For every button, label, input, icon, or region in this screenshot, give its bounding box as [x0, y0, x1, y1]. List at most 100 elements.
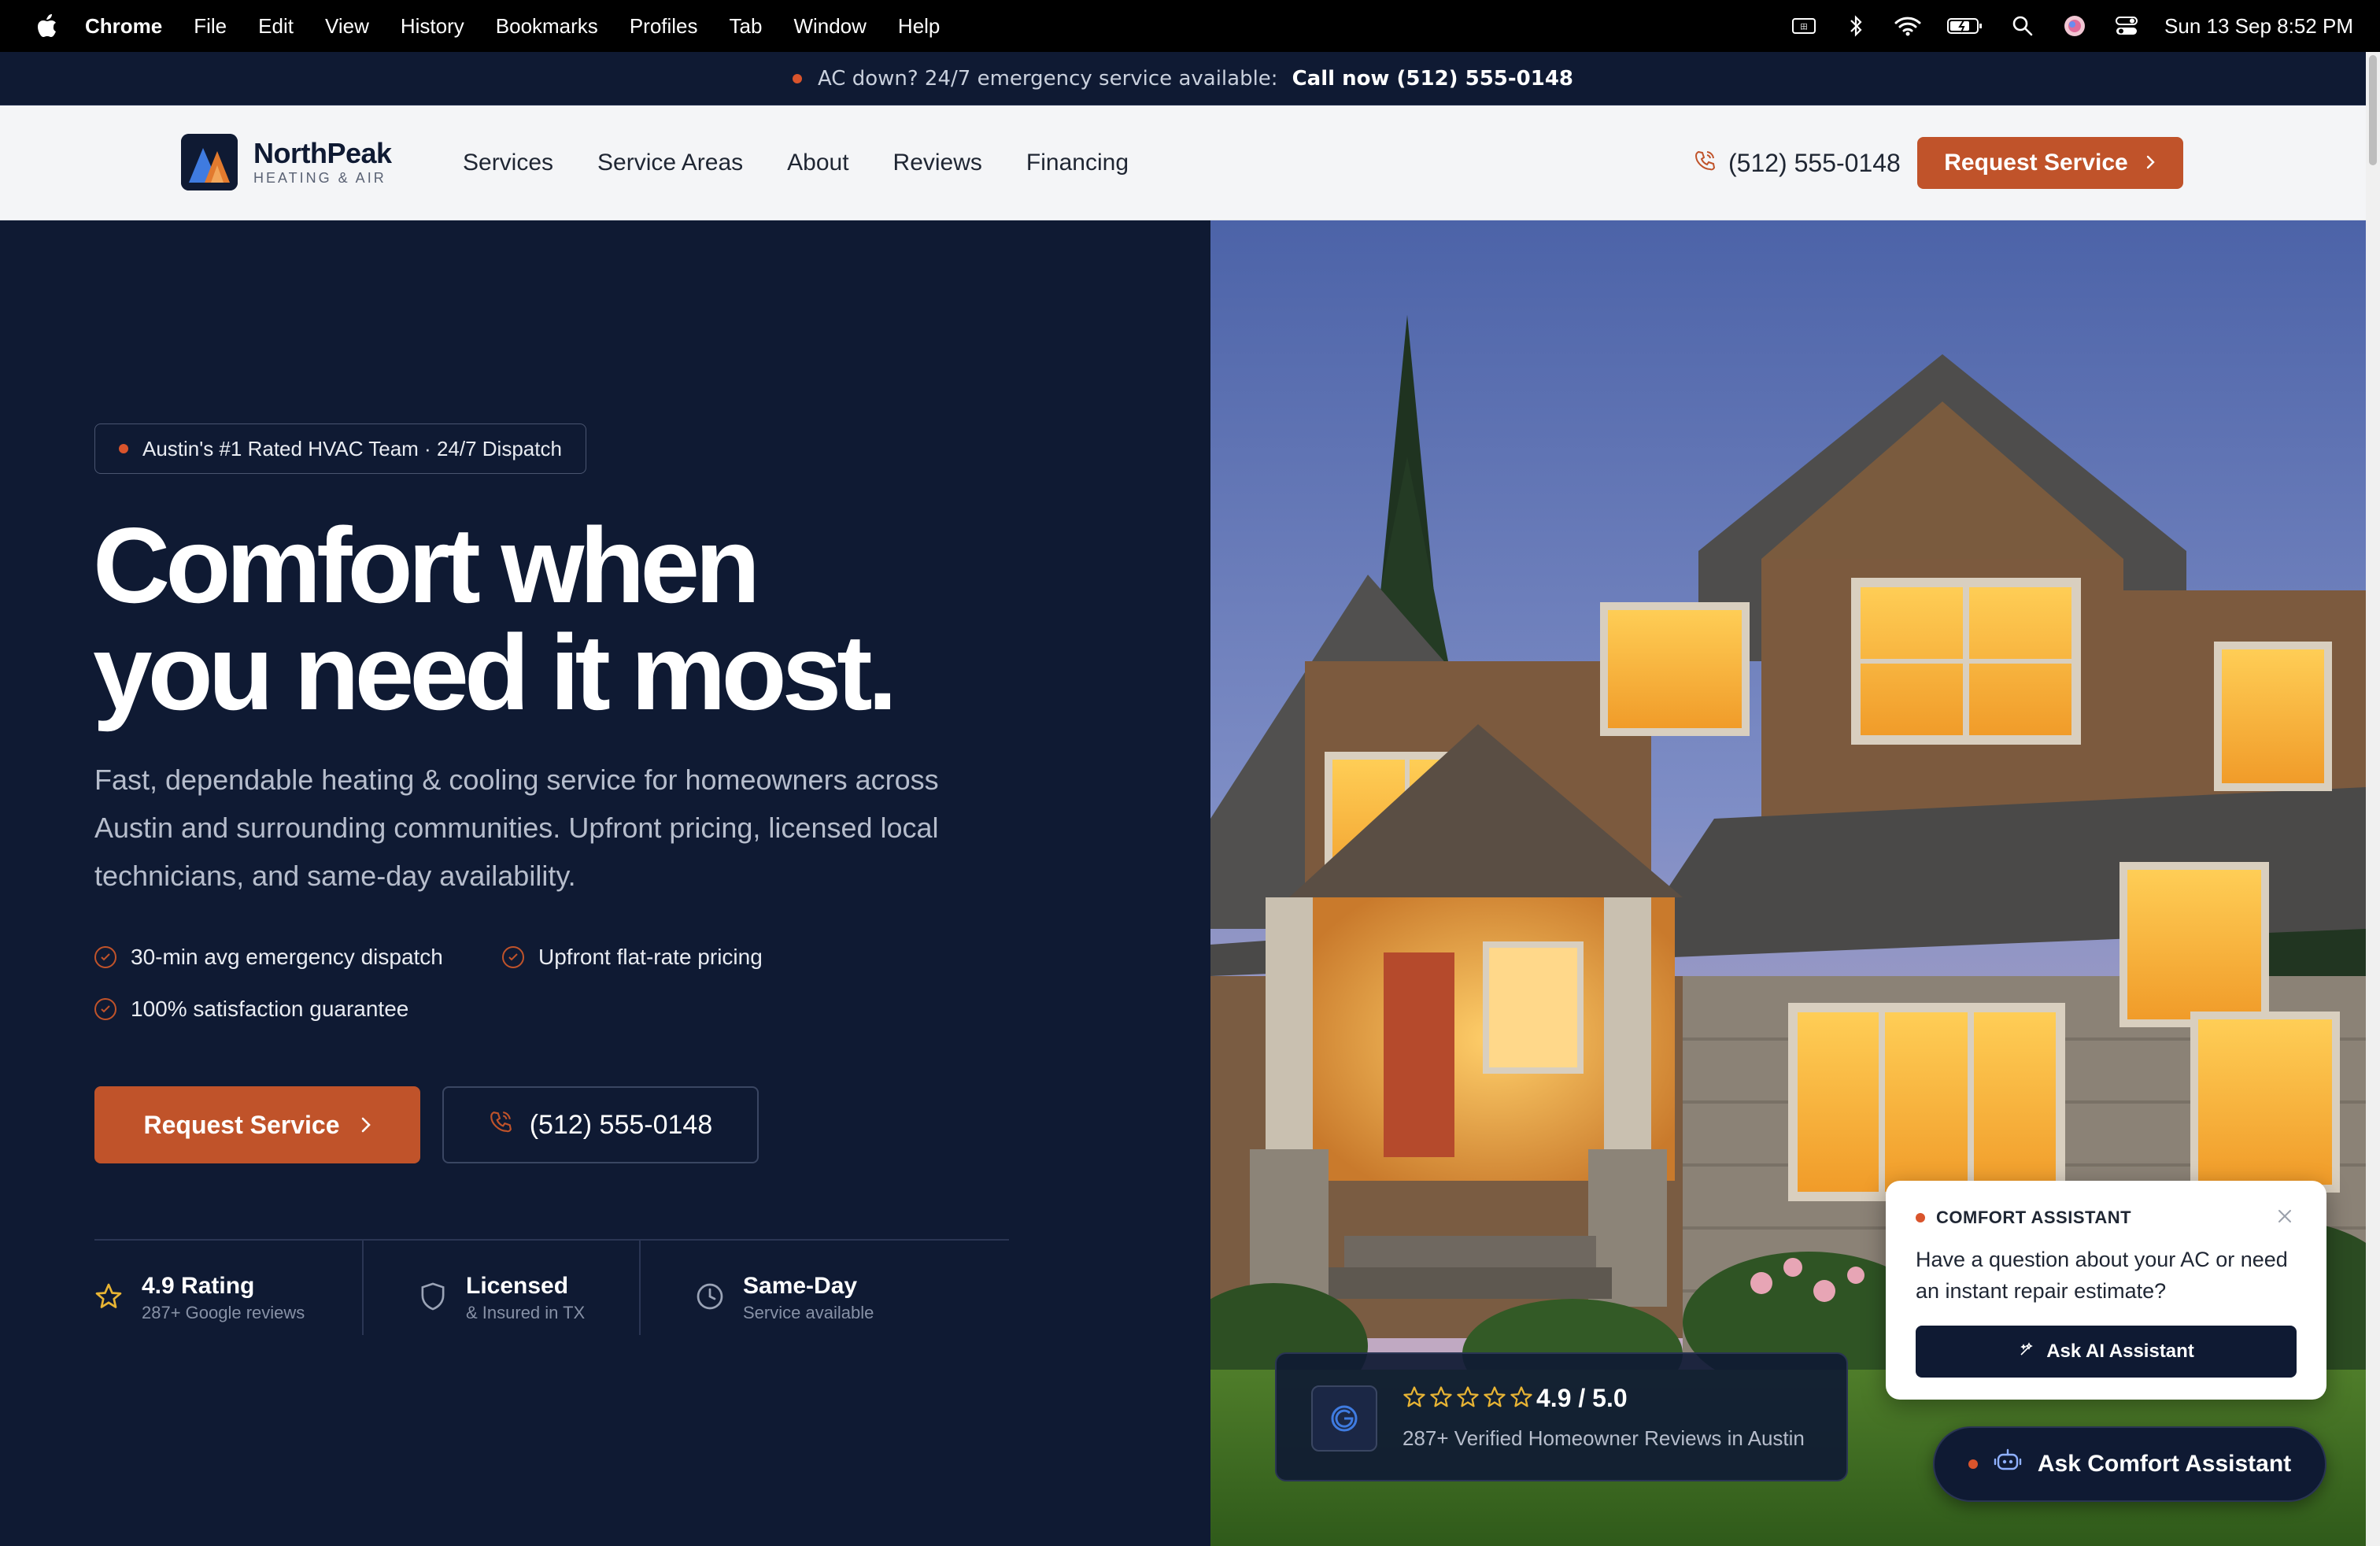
brand-tagline: HEATING & AIR [253, 170, 386, 186]
star-icon [1402, 1385, 1426, 1412]
star-rating [1402, 1385, 1533, 1412]
bluetooth-icon[interactable] [1842, 12, 1870, 40]
headline-line-1: Comfort when [93, 505, 760, 625]
stat-subtitle: 287+ Google reviews [142, 1303, 305, 1322]
status-dot-icon [1968, 1459, 1978, 1469]
stat-same-day: Same-Day Service available [696, 1270, 874, 1326]
stat-subtitle: Service available [743, 1303, 874, 1322]
star-icon [1429, 1385, 1453, 1412]
hero-request-service-label: Request Service [143, 1110, 340, 1139]
stat-title: 4.9 Rating [142, 1273, 255, 1299]
feature-item: Upfront flat-rate pricing [502, 945, 763, 970]
feature-item: 30-min avg emergency dispatch [94, 945, 443, 970]
chevron-right-icon [360, 1111, 371, 1140]
chevron-right-icon [2145, 150, 2156, 176]
keyboard-input-icon[interactable]: 田 [1790, 12, 1818, 40]
star-icon [1483, 1385, 1506, 1412]
hero-content: Austin's #1 Rated HVAC Team · 24/7 Dispa… [0, 220, 1210, 1546]
nav-phone-link[interactable]: (512) 555-0148 [1694, 142, 1901, 184]
wifi-icon[interactable] [1894, 12, 1922, 40]
menu-help[interactable]: Help [898, 14, 940, 39]
ask-ai-assistant-label: Ask AI Assistant [2046, 1341, 2194, 1362]
scrollbar-thumb[interactable] [2369, 55, 2377, 165]
stat-separator [639, 1241, 641, 1335]
rating-subtext: 287+ Verified Homeowner Reviews in Austi… [1402, 1426, 1805, 1450]
menu-app-name[interactable]: Chrome [85, 14, 162, 39]
menu-tab[interactable]: Tab [730, 14, 763, 39]
star-icon [94, 1282, 123, 1314]
rating-value: 4.9 / 5.0 [1536, 1384, 1628, 1412]
assistant-header: COMFORT ASSISTANT [1916, 1208, 2131, 1228]
nav-link-services[interactable]: Services [463, 150, 553, 176]
menu-edit[interactable]: Edit [258, 14, 294, 39]
ask-comfort-assistant-button[interactable]: Ask Comfort Assistant [1933, 1426, 2326, 1502]
control-center-icon[interactable] [2112, 12, 2141, 40]
menu-file[interactable]: File [194, 14, 227, 39]
spotlight-search-icon[interactable] [2009, 12, 2037, 40]
clock-icon [696, 1282, 724, 1314]
stats-divider [94, 1239, 1009, 1241]
phone-icon [1694, 149, 1716, 178]
stat-title: Licensed [466, 1273, 569, 1299]
ask-comfort-assistant-label: Ask Comfort Assistant [2037, 1451, 2292, 1477]
battery-icon[interactable] [1946, 12, 1985, 40]
primary-navigation: Services Service Areas About Reviews Fin… [463, 105, 1129, 220]
feature-item: 100% satisfaction guarantee [94, 997, 408, 1022]
phone-icon [489, 1110, 512, 1141]
assistant-message: Have a question about your AC or need an… [1916, 1248, 2288, 1303]
check-circle-icon [94, 998, 116, 1020]
banner-call-link[interactable]: Call now (512) 555-0148 [1292, 67, 1573, 91]
sparkle-icon [2018, 1341, 2035, 1363]
hero-headline: Comfort when you need it most. [93, 512, 1037, 726]
menu-bar-clock[interactable]: Sun 13 Sep 8:52 PM [2164, 14, 2353, 39]
hero-subheading: Fast, dependable heating & cooling servi… [94, 764, 939, 892]
hero-request-service-button[interactable]: Request Service [94, 1086, 420, 1163]
nav-request-service-button[interactable]: Request Service [1917, 137, 2183, 189]
stat-rating: 4.9 Rating 287+ Google reviews [94, 1270, 305, 1326]
hero-call-button[interactable]: (512) 555-0148 [442, 1086, 759, 1163]
headline-line-2: you need it most. [93, 612, 897, 732]
star-icon [1456, 1385, 1480, 1412]
feature-text: Upfront flat-rate pricing [538, 945, 763, 969]
menu-history[interactable]: History [401, 14, 464, 39]
menu-bar-status-area: 田 Sun 13 Sep 8:52 PM [1790, 0, 2353, 52]
close-icon[interactable] [2273, 1204, 2297, 1228]
brand-name[interactable]: NorthPeak [253, 137, 392, 170]
comfort-assistant-popover: COMFORT ASSISTANT Have a question about … [1886, 1181, 2326, 1400]
nav-link-about[interactable]: About [787, 150, 848, 176]
menu-profiles[interactable]: Profiles [630, 14, 698, 39]
nav-link-financing[interactable]: Financing [1026, 150, 1129, 176]
macos-menu-bar: Chrome File Edit View History Bookmarks … [0, 0, 2380, 52]
nav-request-service-label: Request Service [1944, 150, 2128, 176]
stat-separator [362, 1241, 364, 1335]
site-header: NorthPeak HEATING & AIR Services Service… [0, 105, 2366, 220]
page-scrollbar[interactable] [2366, 52, 2380, 1546]
assistant-title: COMFORT ASSISTANT [1936, 1208, 2132, 1227]
feature-text: 30-min avg emergency dispatch [131, 945, 443, 969]
feature-text: 100% satisfaction guarantee [131, 997, 409, 1021]
reviews-card[interactable]: 4.9 / 5.0 287+ Verified Homeowner Review… [1275, 1352, 1848, 1481]
menu-view[interactable]: View [325, 14, 369, 39]
nav-link-service-areas[interactable]: Service Areas [597, 150, 743, 176]
ask-ai-assistant-button[interactable]: Ask AI Assistant [1916, 1326, 2297, 1378]
hero-call-number: (512) 555-0148 [529, 1109, 713, 1140]
status-dot-icon [1916, 1213, 1925, 1222]
nav-phone-number: (512) 555-0148 [1728, 148, 1901, 177]
northpeak-logo-icon[interactable] [181, 134, 238, 190]
siri-icon[interactable] [2060, 12, 2089, 40]
menu-window[interactable]: Window [793, 14, 866, 39]
menu-bookmarks[interactable]: Bookmarks [496, 14, 598, 39]
svg-text:田: 田 [1801, 23, 1808, 31]
hero-badge: Austin's #1 Rated HVAC Team · 24/7 Dispa… [94, 423, 586, 474]
robot-icon [1992, 1445, 2023, 1483]
google-icon [1311, 1385, 1377, 1452]
stat-title: Same-Day [743, 1273, 858, 1299]
star-icon [1510, 1385, 1533, 1412]
badge-dot-icon [119, 444, 128, 453]
check-circle-icon [94, 946, 116, 968]
apple-menu-icon[interactable] [28, 0, 66, 52]
stat-subtitle: & Insured in TX [466, 1303, 586, 1322]
check-circle-icon [502, 946, 524, 968]
banner-text: AC down? 24/7 emergency service availabl… [817, 66, 1278, 91]
nav-link-reviews[interactable]: Reviews [893, 150, 982, 176]
